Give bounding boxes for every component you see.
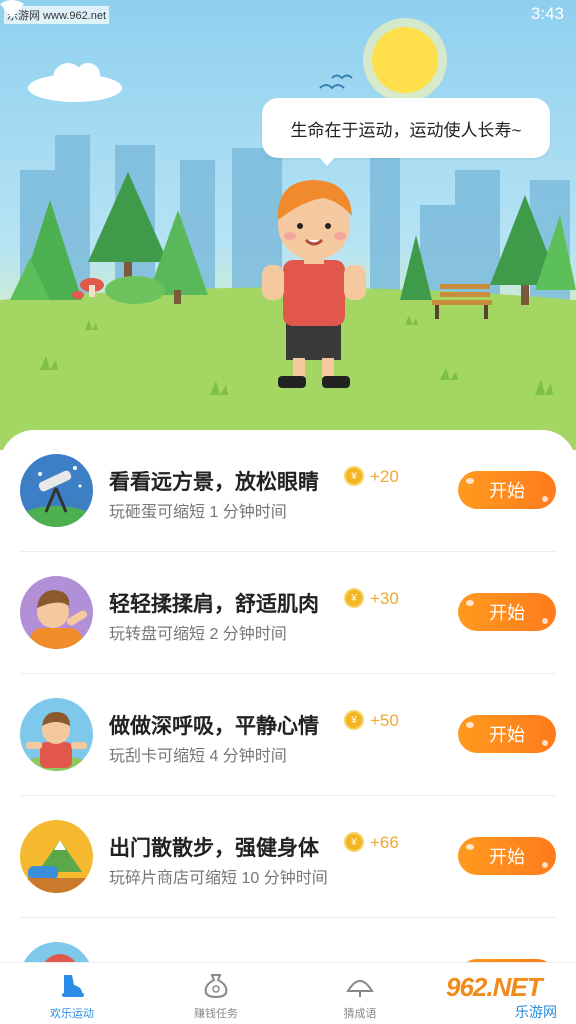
- task-desc: 玩转盘可缩短 2 分钟时间: [109, 626, 287, 643]
- task-title: 出门散散步，强健身体: [109, 837, 319, 860]
- task-row: 看看远方景，放松眼睛 ¥ +20 玩砸蛋可缩短 1 分钟时间 开始: [20, 430, 556, 552]
- money-bag-icon: [204, 974, 228, 999]
- coin-icon: ¥: [344, 832, 364, 852]
- idiom-fan-icon: [346, 980, 374, 997]
- nav-label: 欢乐运动: [50, 1008, 94, 1020]
- wifi-icon: [0, 0, 24, 18]
- status-bar: 乐游网 www.962.net 3:43: [0, 0, 576, 32]
- task-reward: +20: [370, 467, 399, 486]
- shoulder-avatar: [20, 576, 93, 649]
- start-button[interactable]: 开始: [458, 837, 556, 875]
- nav-item-money-tasks[interactable]: 赚钱任务: [166, 967, 266, 1023]
- status-time: 3:43: [530, 4, 564, 23]
- start-button[interactable]: 开始: [458, 715, 556, 753]
- coin-icon: ¥: [344, 588, 364, 608]
- nav-label: 赚钱任务: [194, 1008, 238, 1020]
- task-row: 做做深呼吸，平静心情 ¥ +50 玩刮卡可缩短 4 分钟时间 开始: [20, 674, 556, 796]
- site-logo-watermark: 962.NET 乐游网: [440, 972, 576, 1024]
- task-desc: 玩砸蛋可缩短 1 分钟时间: [109, 504, 287, 521]
- watermark-logo: 962.NET: [446, 972, 543, 1002]
- coin-icon: ¥: [344, 466, 364, 486]
- task-card: 看看远方景，放松眼睛 ¥ +20 玩砸蛋可缩短 1 分钟时间 开始 轻轻揉揉肩，…: [0, 430, 576, 970]
- task-desc: 玩碎片商店可缩短 10 分钟时间: [109, 870, 328, 887]
- task-title: 轻轻揉揉肩，舒适肌肉: [109, 593, 319, 616]
- coin-icon: ¥: [344, 710, 364, 730]
- telescope-avatar: [20, 454, 93, 527]
- speech-bubble-tail: [318, 156, 336, 166]
- task-desc: 玩刮卡可缩短 4 分钟时间: [109, 748, 287, 765]
- nav-item-guess-idiom[interactable]: 猜成语: [310, 967, 410, 1023]
- walking-avatar: [20, 820, 93, 893]
- task-row: 出门散散步，强健身体 ¥ +66 玩碎片商店可缩短 10 分钟时间 开始: [20, 796, 556, 918]
- task-title: 做做深呼吸，平静心情: [109, 715, 319, 738]
- nav-label: 猜成语: [343, 1008, 377, 1020]
- hero-scene: 乐游网 www.962.net 3:43 生命在于运动，运动使人长寿~: [0, 0, 576, 450]
- start-button[interactable]: 开始: [458, 593, 556, 631]
- task-reward: +66: [370, 833, 399, 852]
- start-button[interactable]: 开始: [458, 471, 556, 509]
- watermark-text: 乐游网: [512, 1002, 560, 1022]
- task-title: 看看远方景，放松眼睛: [109, 471, 319, 494]
- task-reward: +30: [370, 589, 399, 608]
- task-reward: +50: [370, 711, 399, 730]
- park-illustration: [0, 18, 576, 450]
- speech-bubble: 生命在于运动，运动使人长寿~: [262, 98, 550, 158]
- nav-item-happy-sports[interactable]: 欢乐运动: [22, 967, 122, 1023]
- task-row: 轻轻揉揉肩，舒适肌肉 ¥ +30 玩转盘可缩短 2 分钟时间 开始: [20, 552, 556, 674]
- breathing-avatar: [20, 698, 93, 771]
- shoe-icon: [62, 975, 84, 997]
